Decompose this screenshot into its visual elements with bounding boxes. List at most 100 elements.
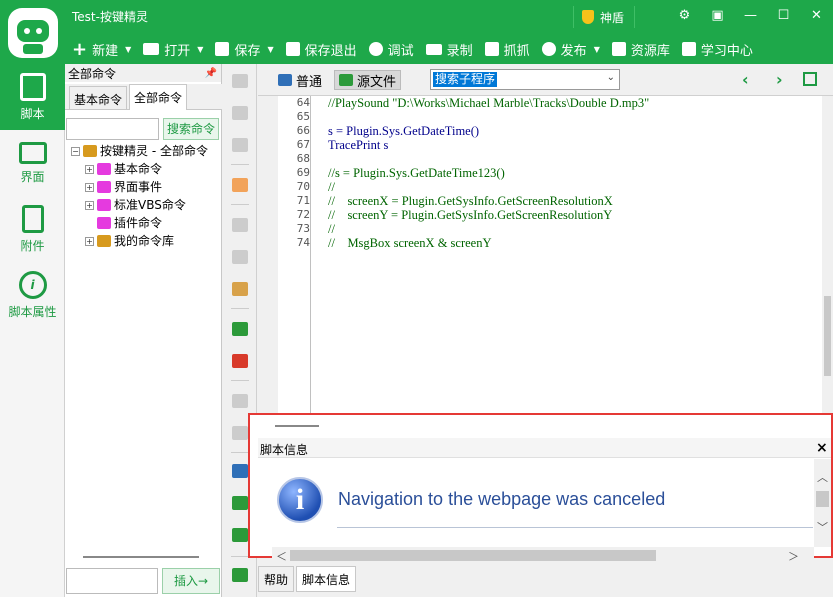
move-down-icon[interactable] bbox=[232, 74, 248, 88]
learning-button[interactable]: 学习中心 bbox=[676, 37, 759, 61]
panel-splitter[interactable] bbox=[83, 556, 199, 558]
save-exit-button[interactable]: 保存退出 bbox=[280, 37, 363, 61]
insert-button[interactable]: 插入→ bbox=[162, 568, 220, 594]
scroll-right-icon[interactable]: ＞ bbox=[788, 548, 799, 564]
script-icon bbox=[19, 72, 46, 101]
code-line[interactable]: // screenY = Plugin.GetSysInfo.GetScreen… bbox=[328, 208, 649, 222]
publish-button[interactable]: 发布 ▼ bbox=[536, 37, 606, 61]
copy-icon[interactable] bbox=[232, 250, 248, 264]
package-icon bbox=[97, 235, 111, 247]
code-line[interactable]: TracePrint s bbox=[328, 138, 649, 152]
search-command-button[interactable]: 搜索命令 bbox=[163, 118, 219, 140]
line-number: 74 bbox=[296, 236, 310, 249]
nav-item-ui[interactable]: 界面 bbox=[0, 130, 65, 196]
code-line[interactable]: // screenX = Plugin.GetSysInfo.GetScreen… bbox=[328, 194, 649, 208]
debug-button[interactable]: 调试 bbox=[363, 37, 420, 61]
maximize-icon[interactable]: ☐ bbox=[767, 4, 800, 28]
save-button[interactable]: 保存 ▼ bbox=[209, 37, 279, 61]
tree-item-basic[interactable]: + 基本命令 bbox=[85, 160, 208, 178]
subroutine-select[interactable]: 搜索子程序 ⌄ bbox=[430, 69, 620, 90]
scroll-up-icon[interactable]: ︿ bbox=[817, 469, 828, 485]
scroll-down-icon[interactable]: ﹀ bbox=[817, 519, 828, 535]
paste-icon[interactable] bbox=[232, 282, 248, 296]
tree-item-vbs[interactable]: + 标准VBS命令 bbox=[85, 196, 208, 214]
tree-item-all[interactable]: − 按键精灵 - 全部命令 bbox=[71, 142, 208, 160]
info-icon: i bbox=[18, 270, 47, 299]
info-vertical-scrollbar[interactable]: ︿ ﹀ bbox=[814, 459, 831, 547]
code-text[interactable]: //PlaySound "D:\Works\Michael Marble\Tra… bbox=[328, 96, 649, 250]
tree-item-ui-events[interactable]: + 界面事件 bbox=[85, 178, 208, 196]
tab-help[interactable]: 帮助 bbox=[258, 566, 295, 592]
cut-icon[interactable] bbox=[232, 218, 248, 232]
code-line[interactable]: // MsgBox screenX & screenY bbox=[328, 236, 649, 250]
tab-script-info[interactable]: 脚本信息 bbox=[296, 566, 357, 592]
command-search-input[interactable] bbox=[66, 118, 159, 140]
book-icon bbox=[681, 42, 696, 56]
tab-all-commands[interactable]: 全部命令 bbox=[129, 84, 188, 110]
chevron-down-icon[interactable]: ▼ bbox=[594, 45, 600, 54]
replace-icon[interactable] bbox=[232, 528, 248, 542]
script-list-icon[interactable] bbox=[232, 568, 248, 582]
chevron-down-icon[interactable]: ▼ bbox=[125, 45, 131, 54]
open-button[interactable]: 打开 ▼ bbox=[137, 37, 209, 61]
code-line[interactable] bbox=[328, 110, 649, 124]
layout-icon[interactable] bbox=[803, 72, 817, 86]
camera-icon bbox=[425, 43, 442, 55]
collapse-icon[interactable]: − bbox=[71, 146, 80, 156]
tree-item-my-library[interactable]: + 我的命令库 bbox=[85, 232, 208, 250]
move-up-icon[interactable] bbox=[232, 106, 248, 120]
uncomment-icon[interactable] bbox=[232, 354, 248, 368]
undo-icon[interactable] bbox=[232, 394, 248, 408]
chevron-down-icon[interactable]: ▼ bbox=[267, 45, 273, 54]
code-line[interactable]: // bbox=[328, 180, 649, 194]
command-panel: 全部命令 📌 基本命令 全部命令 搜索命令 − 按键精灵 - 全部命令 + 基本… bbox=[65, 64, 222, 597]
new-button[interactable]: + 新建 ▼ bbox=[66, 37, 137, 61]
goto-icon[interactable] bbox=[232, 464, 248, 478]
close-icon[interactable]: ✕ bbox=[800, 4, 833, 28]
chevron-down-icon[interactable]: ⌄ bbox=[607, 72, 615, 83]
nav-item-attachment[interactable]: 附件 bbox=[0, 196, 65, 262]
main-toolbar: + 新建 ▼ 打开 ▼ 保存 ▼ 保存退出 调试 录制 抓抓 发布 ▼ 资源库 学习中心 bbox=[66, 36, 759, 62]
nav-back-icon[interactable]: ‹ bbox=[742, 70, 749, 89]
expand-icon[interactable]: + bbox=[85, 236, 94, 246]
close-icon[interactable]: × bbox=[816, 440, 828, 456]
shield-button[interactable]: 神盾 bbox=[573, 6, 636, 28]
expand-icon[interactable]: + bbox=[85, 182, 94, 192]
comment-icon[interactable] bbox=[232, 322, 248, 336]
record-button[interactable]: 录制 bbox=[420, 37, 479, 61]
delete-icon[interactable] bbox=[232, 138, 248, 152]
code-line[interactable]: s = Plugin.Sys.GetDateTime() bbox=[328, 124, 649, 138]
chevron-down-icon[interactable]: ▼ bbox=[197, 45, 203, 54]
hand-icon[interactable] bbox=[232, 178, 248, 192]
save-exit-icon bbox=[285, 42, 300, 56]
gear-icon[interactable]: ⚙ bbox=[668, 4, 701, 28]
expand-icon[interactable]: + bbox=[85, 164, 94, 174]
scroll-left-icon[interactable]: ＜ bbox=[276, 548, 287, 564]
minimize-icon[interactable]: — bbox=[734, 4, 767, 28]
line-number: 71 bbox=[296, 194, 310, 207]
resources-button[interactable]: 资源库 bbox=[606, 37, 676, 61]
mode-normal-button[interactable]: 普通 bbox=[274, 70, 326, 90]
mode-source-button[interactable]: 源文件 bbox=[334, 70, 402, 90]
capture-button[interactable]: 抓抓 bbox=[479, 37, 536, 61]
nav-item-properties[interactable]: i 脚本属性 bbox=[0, 262, 65, 328]
tray-icon[interactable]: ▣ bbox=[701, 4, 734, 28]
tree-item-plugins[interactable]: 插件命令 bbox=[97, 214, 208, 232]
tab-basic-commands[interactable]: 基本命令 bbox=[69, 86, 128, 109]
panel-drag-handle[interactable] bbox=[275, 425, 319, 427]
bottom-tabs: 帮助 脚本信息 bbox=[258, 566, 357, 592]
editor-scrollbar[interactable] bbox=[822, 96, 833, 414]
nav-item-script[interactable]: 脚本 bbox=[0, 64, 65, 130]
code-line[interactable]: //s = Plugin.Sys.GetDateTime123() bbox=[328, 166, 649, 180]
code-line[interactable]: //PlaySound "D:\Works\Michael Marble\Tra… bbox=[328, 96, 649, 110]
insert-input[interactable] bbox=[66, 568, 158, 594]
code-line[interactable]: // bbox=[328, 222, 649, 236]
expand-icon[interactable]: + bbox=[85, 200, 94, 210]
redo-icon[interactable] bbox=[232, 426, 248, 440]
code-line[interactable] bbox=[328, 152, 649, 166]
library-icon bbox=[611, 42, 626, 56]
find-icon[interactable] bbox=[232, 496, 248, 510]
info-horizontal-scrollbar[interactable]: ＜ ＞ bbox=[272, 547, 814, 564]
nav-forward-icon[interactable]: › bbox=[776, 70, 783, 89]
pin-icon[interactable]: 📌 bbox=[205, 68, 217, 79]
